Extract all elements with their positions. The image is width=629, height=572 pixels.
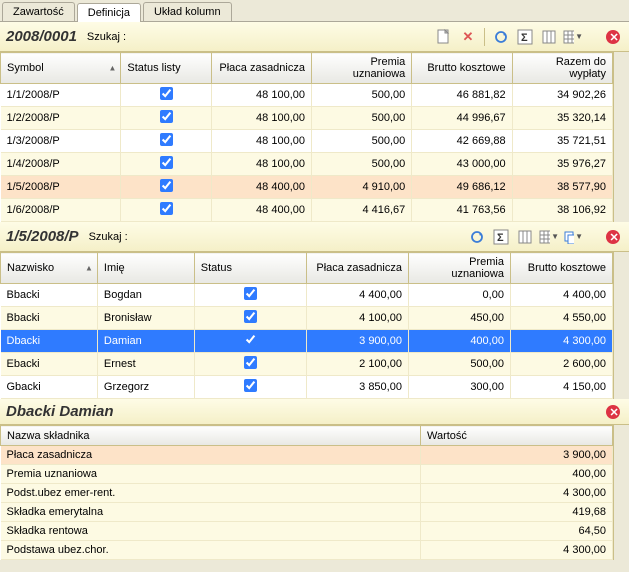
svg-text:Σ: Σ	[497, 232, 504, 244]
refresh-icon[interactable]	[467, 227, 487, 247]
col-razem[interactable]: Razem do wypłaty	[512, 53, 612, 84]
panel2-toolbar: Σ ▼ ▼	[467, 227, 583, 247]
table-row[interactable]: 1/2/2008/P48 100,00500,0044 996,6735 320…	[1, 107, 613, 130]
close-icon[interactable]: ✕	[603, 227, 623, 247]
svg-text:Σ: Σ	[521, 32, 528, 44]
status-checkbox[interactable]	[160, 133, 173, 146]
panel2-title: 1/5/2008/P	[6, 228, 79, 245]
table-row[interactable]: Podst.ubez emer-rent.4 300,00	[1, 484, 613, 503]
tab-definicja[interactable]: Definicja	[77, 3, 141, 22]
scrollbar[interactable]	[613, 425, 629, 560]
col-status[interactable]: Status	[194, 253, 306, 284]
columns-icon[interactable]	[539, 27, 559, 47]
svg-text:✕: ✕	[610, 407, 619, 419]
tab-zawartosc[interactable]: Zawartość	[2, 2, 75, 21]
col-brutto[interactable]: Brutto kosztowe	[412, 53, 512, 84]
panel1-search-label: Szukaj :	[87, 31, 126, 43]
status-checkbox[interactable]	[244, 379, 257, 392]
copy-icon[interactable]: ▼	[563, 227, 583, 247]
panel1-header: 2008/0001 Szukaj : ✕ Σ ▼ ✕	[0, 22, 629, 52]
status-checkbox[interactable]	[160, 179, 173, 192]
table-row[interactable]: BbackiBogdan4 400,000,004 400,00	[1, 284, 613, 307]
table-row[interactable]: 1/3/2008/P48 100,00500,0042 669,8835 721…	[1, 130, 613, 153]
close-icon[interactable]: ✕	[603, 402, 623, 422]
table-row[interactable]: 1/6/2008/P48 400,004 416,6741 763,5638 1…	[1, 199, 613, 222]
col-placa[interactable]: Płaca zasadnicza	[306, 253, 408, 284]
col-nazwa-skladnika[interactable]: Nazwa składnika	[1, 426, 421, 446]
status-checkbox[interactable]	[160, 156, 173, 169]
table-row[interactable]: BbackiBronisław4 100,00450,004 550,00	[1, 307, 613, 330]
status-checkbox[interactable]	[160, 87, 173, 100]
status-checkbox[interactable]	[244, 333, 257, 346]
panel3-header: Dbacki Damian ✕	[0, 399, 629, 425]
col-brutto[interactable]: Brutto kosztowe	[510, 253, 612, 284]
col-premia[interactable]: Premia uznaniowa	[408, 253, 510, 284]
columns-icon[interactable]	[515, 227, 535, 247]
panel2-search-label: Szukaj :	[89, 231, 128, 243]
grid-view-icon[interactable]: ▼	[563, 27, 583, 47]
table-row[interactable]: Płaca zasadnicza3 900,00	[1, 446, 613, 465]
table-row[interactable]: 1/5/2008/P48 400,004 910,0049 686,1238 5…	[1, 176, 613, 199]
panel2-grid[interactable]: Nazwisko▲ Imię Status Płaca zasadnicza P…	[0, 252, 613, 399]
grid-view-icon[interactable]: ▼	[539, 227, 559, 247]
col-status-listy[interactable]: Status listy	[121, 53, 211, 84]
table-row[interactable]: Premia uznaniowa400,00	[1, 465, 613, 484]
panel1-title: 2008/0001	[6, 28, 77, 45]
sum-icon[interactable]: Σ	[491, 227, 511, 247]
table-row[interactable]: GbackiGrzegorz3 850,00300,004 150,00	[1, 376, 613, 399]
col-premia[interactable]: Premia uznaniowa	[311, 53, 411, 84]
col-imie[interactable]: Imię	[97, 253, 194, 284]
status-checkbox[interactable]	[244, 356, 257, 369]
scrollbar[interactable]	[613, 252, 629, 399]
col-wartosc[interactable]: Wartość	[421, 426, 613, 446]
panel3-title: Dbacki Damian	[6, 403, 114, 420]
table-row[interactable]: EbackiErnest2 100,00500,002 600,00	[1, 353, 613, 376]
refresh-icon[interactable]	[491, 27, 511, 47]
scrollbar[interactable]	[613, 52, 629, 222]
panel2-header: 1/5/2008/P Szukaj : Σ ▼ ▼ ✕	[0, 222, 629, 252]
sum-icon[interactable]: Σ	[515, 27, 535, 47]
table-row[interactable]: 1/4/2008/P48 100,00500,0043 000,0035 976…	[1, 153, 613, 176]
table-row[interactable]: DbackiDamian3 900,00400,004 300,00	[1, 330, 613, 353]
panel1-toolbar: ✕ Σ ▼	[434, 27, 583, 47]
col-nazwisko[interactable]: Nazwisko▲	[1, 253, 98, 284]
col-symbol[interactable]: Symbol▲	[1, 53, 121, 84]
status-checkbox[interactable]	[244, 310, 257, 323]
tab-uklad-kolumn[interactable]: Układ kolumn	[143, 2, 232, 21]
col-placa[interactable]: Płaca zasadnicza	[211, 53, 311, 84]
new-document-icon[interactable]	[434, 27, 454, 47]
table-row[interactable]: Składka emerytalna419,68	[1, 503, 613, 522]
close-icon[interactable]: ✕	[603, 27, 623, 47]
svg-text:✕: ✕	[610, 232, 619, 244]
panel3-grid[interactable]: Nazwa składnika Wartość Płaca zasadnicza…	[0, 425, 613, 560]
table-row[interactable]: Podstawa ubez.chor.4 300,00	[1, 541, 613, 560]
panel1-grid[interactable]: Symbol▲ Status listy Płaca zasadnicza Pr…	[0, 52, 613, 222]
table-row[interactable]: 1/1/2008/P48 100,00500,0046 881,8234 902…	[1, 84, 613, 107]
status-checkbox[interactable]	[160, 202, 173, 215]
svg-text:✕: ✕	[610, 32, 619, 44]
tab-strip: Zawartość Definicja Układ kolumn	[0, 0, 629, 22]
status-checkbox[interactable]	[160, 110, 173, 123]
delete-icon[interactable]: ✕	[458, 27, 478, 47]
status-checkbox[interactable]	[244, 287, 257, 300]
table-row[interactable]: Składka rentowa64,50	[1, 522, 613, 541]
